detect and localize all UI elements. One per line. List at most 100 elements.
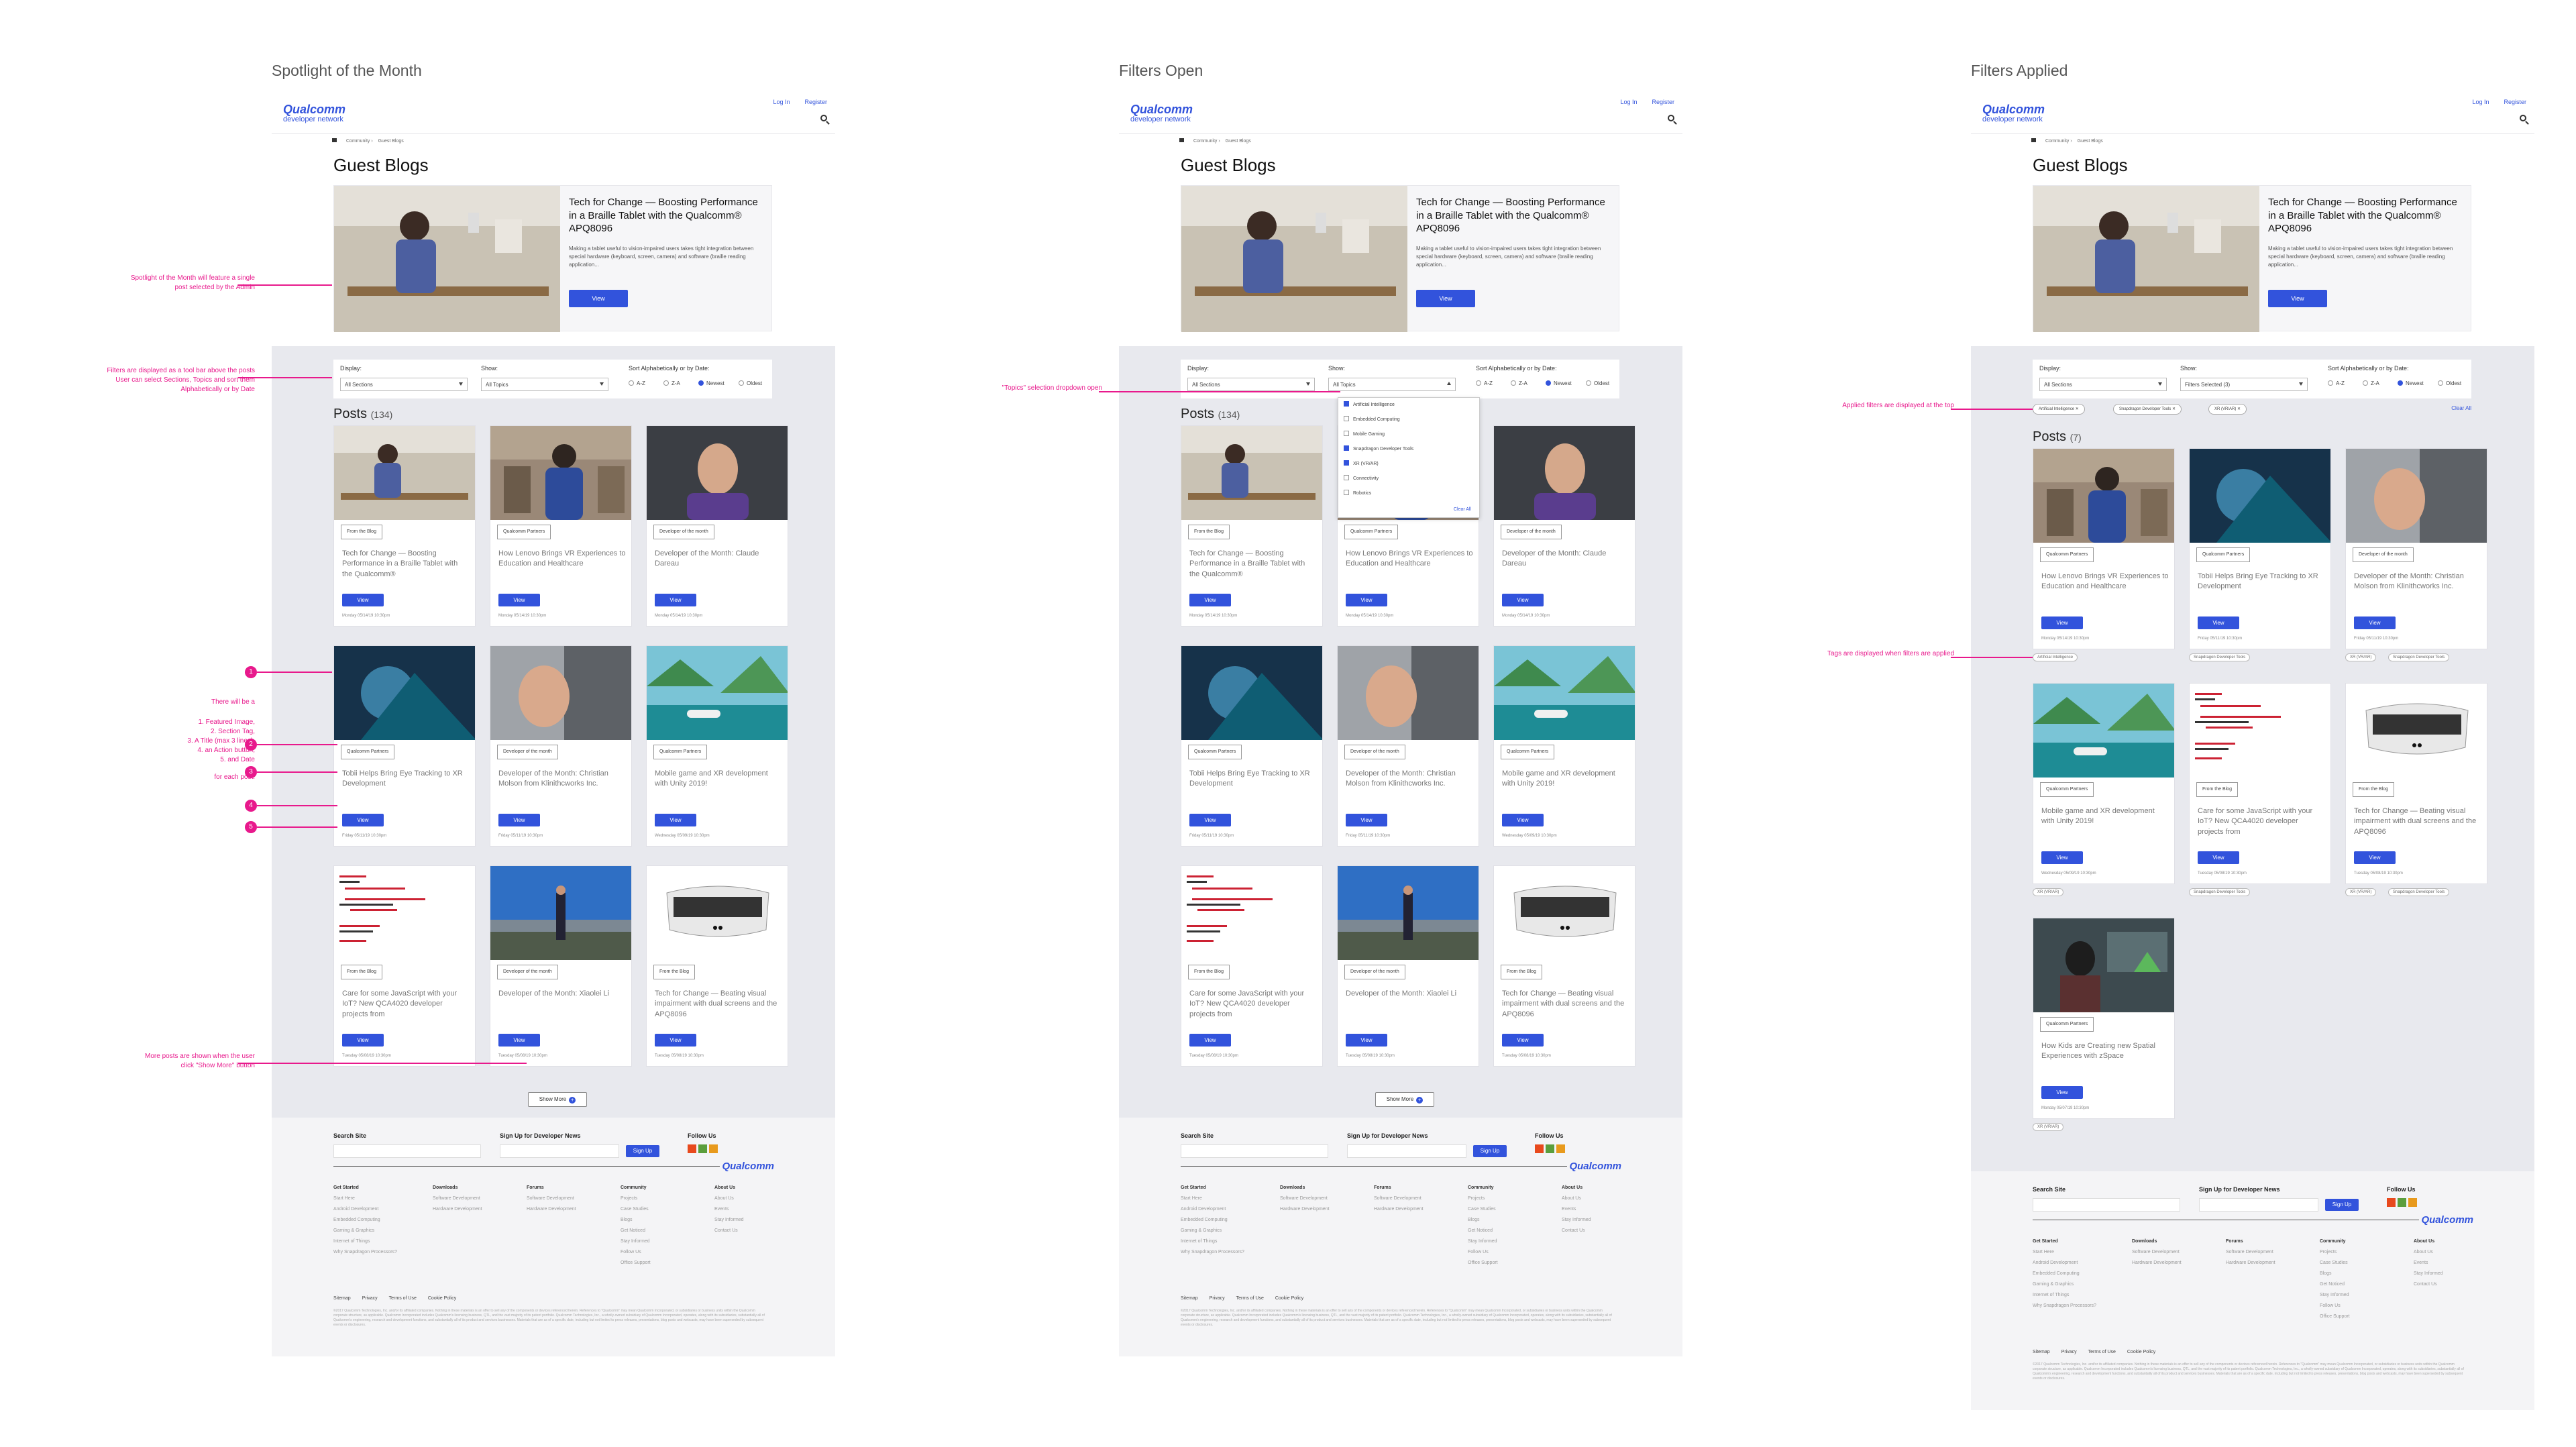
post-title[interactable]: Tech for Change — Beating visual impairm… [2354, 806, 2481, 837]
post-view-button[interactable]: View [498, 1034, 540, 1047]
footer-legal-link[interactable]: Privacy [1210, 1296, 1225, 1301]
post-image[interactable] [2190, 449, 2330, 543]
post-view-button[interactable]: View [2041, 1086, 2083, 1099]
post-view-button[interactable]: View [2198, 617, 2239, 629]
footer-legal-link[interactable]: Privacy [362, 1296, 378, 1301]
footer-link[interactable]: Start Here [333, 1193, 397, 1204]
section-tag[interactable]: From the Blog [2353, 782, 2394, 797]
post-title[interactable]: Developer of the Month: Claude Dareau [655, 549, 782, 570]
footer-search-input[interactable] [1181, 1144, 1328, 1158]
footer-link[interactable]: Office Support [621, 1258, 651, 1269]
post-view-button[interactable]: View [655, 594, 696, 606]
breadcrumb-community[interactable]: Community [1193, 139, 1217, 144]
post-view-button[interactable]: View [342, 1034, 384, 1047]
post-view-button[interactable]: View [342, 814, 384, 826]
signup-button[interactable]: Sign Up [1473, 1145, 1507, 1157]
post-title[interactable]: Mobile game and XR development with Unit… [1502, 769, 1629, 790]
section-tag[interactable]: Qualcomm Partners [497, 525, 551, 539]
post-view-button[interactable]: View [1346, 1034, 1387, 1047]
post-view-button[interactable]: View [2041, 851, 2083, 864]
post-image[interactable] [1338, 866, 1479, 960]
post-view-button[interactable]: View [1346, 814, 1387, 826]
section-tag[interactable]: Developer of the month [653, 525, 714, 539]
sort-oldest[interactable]: Oldest [739, 380, 762, 386]
post-image[interactable] [2033, 449, 2174, 543]
post-card[interactable]: Qualcomm Partners Tobii Helps Bring Eye T… [333, 645, 476, 847]
footer-link[interactable]: Stay Informed [1562, 1215, 1591, 1226]
footer-link[interactable]: Follow Us [1468, 1247, 1498, 1258]
post-topic-tag[interactable]: XR (VR/AR) [2345, 888, 2377, 896]
footer-link[interactable]: Follow Us [2320, 1301, 2350, 1311]
post-title[interactable]: Tech for Change — Beating visual impairm… [1502, 989, 1629, 1020]
section-tag[interactable]: Qualcomm Partners [653, 745, 708, 759]
post-view-button[interactable]: View [2198, 851, 2239, 864]
section-tag[interactable]: From the Blog [341, 965, 382, 979]
applied-filter-chip[interactable]: Snapdragon Developer Tools ✕ [2113, 404, 2182, 415]
post-title[interactable]: Mobile game and XR development with Unit… [655, 769, 782, 790]
checkbox-icon[interactable] [1344, 475, 1349, 480]
section-tag[interactable]: Qualcomm Partners [2040, 1017, 2094, 1032]
footer-legal-link[interactable]: Privacy [2061, 1350, 2077, 1354]
footer-link[interactable]: Events [2414, 1258, 2443, 1269]
post-view-button[interactable]: View [2354, 851, 2396, 864]
post-card[interactable]: Developer of the month Developer of the M… [1493, 425, 1635, 627]
social-icon[interactable] [2408, 1198, 2417, 1207]
footer-link[interactable]: Case Studies [621, 1204, 651, 1215]
footer-link[interactable]: Software Development [2226, 1247, 2275, 1258]
spotlight-view-button[interactable]: View [1416, 290, 1475, 307]
clear-all-link[interactable]: Clear All [1454, 507, 1471, 512]
footer-link[interactable]: Internet of Things [2033, 1290, 2096, 1301]
post-card[interactable]: Qualcomm Partners Mobile game and XR deve… [646, 645, 788, 847]
footer-link[interactable]: Start Here [2033, 1247, 2096, 1258]
footer-link[interactable]: Office Support [1468, 1258, 1498, 1269]
post-card[interactable]: Qualcomm Partners Tobii Helps Bring Eye T… [2189, 448, 2331, 649]
show-select[interactable]: Filters Selected (3) [2180, 378, 2308, 391]
social-icon[interactable] [2387, 1198, 2396, 1207]
post-view-button[interactable]: View [2041, 617, 2083, 629]
post-title[interactable]: Developer of the Month: Christian Molson… [2354, 572, 2481, 592]
post-title[interactable]: How Lenovo Brings VR Experiences to Educ… [1346, 549, 1473, 570]
post-card[interactable]: From the Blog Care for some JavaScript wi… [2189, 683, 2331, 884]
footer-link[interactable]: Get Noticed [1468, 1226, 1498, 1236]
post-image[interactable] [1494, 646, 1635, 740]
footer-search-input[interactable] [2033, 1198, 2180, 1212]
post-view-button[interactable]: View [498, 594, 540, 606]
post-title[interactable]: Tech for Change — Boosting Performance i… [342, 549, 470, 580]
footer-link[interactable]: About Us [1562, 1193, 1591, 1204]
checkbox-icon[interactable] [1344, 431, 1349, 436]
post-view-button[interactable]: View [2354, 617, 2396, 629]
post-card[interactable]: From the Blog Care for some JavaScript wi… [333, 865, 476, 1067]
post-topic-tag[interactable]: XR (VR/AR) [2033, 1123, 2064, 1131]
footer-link[interactable]: Projects [1468, 1193, 1498, 1204]
post-card[interactable]: Developer of the month Developer of the M… [646, 425, 788, 627]
footer-link[interactable]: Software Development [1374, 1193, 1424, 1204]
footer-link[interactable]: Case Studies [2320, 1258, 2350, 1269]
register-link[interactable]: Register [804, 99, 827, 105]
register-link[interactable]: Register [1652, 99, 1674, 105]
home-icon[interactable] [1179, 138, 1184, 142]
footer-link[interactable]: Internet of Things [1181, 1236, 1244, 1247]
footer-link[interactable]: Android Development [2033, 1258, 2096, 1269]
social-icon[interactable] [2398, 1198, 2406, 1207]
social-icon[interactable] [698, 1144, 707, 1153]
sort-newest[interactable]: Newest [2398, 380, 2424, 386]
breadcrumb-community[interactable]: Community [2045, 139, 2069, 144]
footer-legal-link[interactable]: Sitemap [2033, 1350, 2050, 1354]
footer-link[interactable]: Start Here [1181, 1193, 1244, 1204]
sort-oldest[interactable]: Oldest [2438, 380, 2461, 386]
post-image[interactable] [2033, 918, 2174, 1012]
footer-link[interactable]: Software Development [433, 1193, 482, 1204]
spotlight-view-button[interactable]: View [569, 290, 628, 307]
post-card[interactable]: Developer of the month Developer of the M… [1337, 645, 1479, 847]
footer-link[interactable]: Get Noticed [2320, 1279, 2350, 1290]
section-tag[interactable]: From the Blog [1188, 525, 1230, 539]
post-image[interactable] [2190, 684, 2330, 778]
post-view-button[interactable]: View [342, 594, 384, 606]
footer-link[interactable]: Embedded Computing [1181, 1215, 1244, 1226]
footer-logo[interactable]: Qualcomm [1567, 1161, 1623, 1172]
social-icon[interactable] [688, 1144, 696, 1153]
post-topic-tag[interactable]: Snapdragon Developer Tools [2189, 888, 2251, 896]
post-card[interactable]: Qualcomm Partners How Kids are Creating n… [2033, 918, 2175, 1119]
topic-option[interactable]: XR (VR/AR) [1338, 457, 1479, 472]
social-icon[interactable] [709, 1144, 718, 1153]
